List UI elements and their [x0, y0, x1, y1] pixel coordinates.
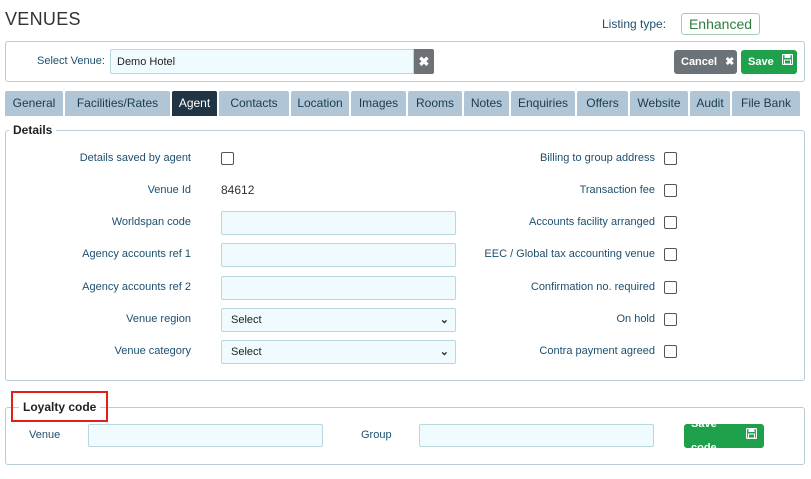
loyalty-venue-label: Venue — [29, 429, 61, 441]
tab-bar: General Facilities/Rates Agent Contacts Loca… — [5, 91, 800, 116]
cancel-label: Cancel — [681, 56, 718, 68]
details-saved-by-agent-label: Details saved by agent — [79, 152, 191, 164]
agency-ref-2-label: Agency accounts ref 2 — [82, 281, 191, 293]
confirmation-required-checkbox[interactable] — [664, 281, 677, 294]
venue-id-value: 84612 — [221, 183, 255, 197]
save-label: Save — [748, 56, 774, 68]
save-button[interactable]: Save — [741, 50, 797, 74]
tab-rooms[interactable]: Rooms — [408, 91, 462, 116]
details-legend: Details — [9, 123, 57, 137]
close-icon: ✖ — [725, 56, 735, 68]
tab-enquiries[interactable]: Enquiries — [511, 91, 575, 116]
tab-agent[interactable]: Agent — [172, 91, 217, 116]
tab-general[interactable]: General — [5, 91, 63, 116]
loyalty-group-label: Group — [361, 429, 392, 441]
venue-input[interactable] — [110, 49, 414, 74]
tab-audit[interactable]: Audit — [690, 91, 730, 116]
eec-global-tax-label: EEC / Global tax accounting venue — [484, 248, 655, 260]
accounts-facility-label: Accounts facility arranged — [529, 216, 655, 228]
clear-venue-button[interactable]: ✖ — [414, 49, 434, 74]
save-code-label: Save code — [691, 418, 717, 454]
cancel-button[interactable]: Cancel ✖ — [674, 50, 737, 74]
venue-region-selected: Select — [231, 314, 262, 326]
close-icon: ✖ — [418, 54, 430, 69]
floppy-disk-icon — [745, 424, 758, 448]
page-title: VENUES — [5, 9, 81, 29]
eec-global-tax-checkbox[interactable] — [664, 248, 677, 261]
transaction-fee-label: Transaction fee — [579, 184, 655, 196]
on-hold-checkbox[interactable] — [664, 313, 677, 326]
tab-location[interactable]: Location — [291, 91, 349, 116]
tab-offers[interactable]: Offers — [577, 91, 628, 116]
billing-to-group-label: Billing to group address — [540, 152, 655, 164]
on-hold-label: On hold — [616, 313, 655, 325]
contra-payment-label: Contra payment agreed — [539, 345, 655, 357]
venue-id-label: Venue Id — [147, 184, 191, 196]
venue-category-label: Venue category — [114, 345, 191, 357]
floppy-disk-icon — [781, 50, 793, 74]
tab-facilities-rates[interactable]: Facilities/Rates — [65, 91, 170, 116]
accounts-facility-checkbox[interactable] — [664, 216, 677, 229]
tab-contacts[interactable]: Contacts — [219, 91, 289, 116]
listing-type-label: Listing type: — [602, 17, 667, 31]
loyalty-highlight-box — [11, 391, 108, 422]
details-saved-by-agent-checkbox[interactable] — [221, 152, 234, 165]
transaction-fee-checkbox[interactable] — [664, 184, 677, 197]
select-venue-label: Select Venue: — [37, 55, 105, 67]
confirmation-required-label: Confirmation no. required — [530, 281, 655, 293]
worldspan-code-label: Worldspan code — [111, 216, 191, 228]
tab-website[interactable]: Website — [630, 91, 688, 116]
tab-file-bank[interactable]: File Bank — [732, 91, 800, 116]
save-code-button[interactable]: Save code — [684, 418, 764, 454]
billing-to-group-checkbox[interactable] — [664, 152, 677, 165]
contra-payment-checkbox[interactable] — [664, 345, 677, 358]
tab-notes[interactable]: Notes — [464, 91, 509, 116]
tab-images[interactable]: Images — [351, 91, 406, 116]
venue-category-selected: Select — [231, 346, 262, 358]
venue-region-label: Venue region — [126, 313, 191, 325]
loyalty-group-input[interactable] — [419, 424, 654, 447]
loyalty-venue-input[interactable] — [88, 424, 323, 447]
agency-ref-1-label: Agency accounts ref 1 — [82, 248, 191, 260]
listing-type-badge: Enhanced — [681, 13, 760, 35]
venue-select-bar: Select Venue: ✖ Cancel ✖ Save — [5, 41, 805, 82]
